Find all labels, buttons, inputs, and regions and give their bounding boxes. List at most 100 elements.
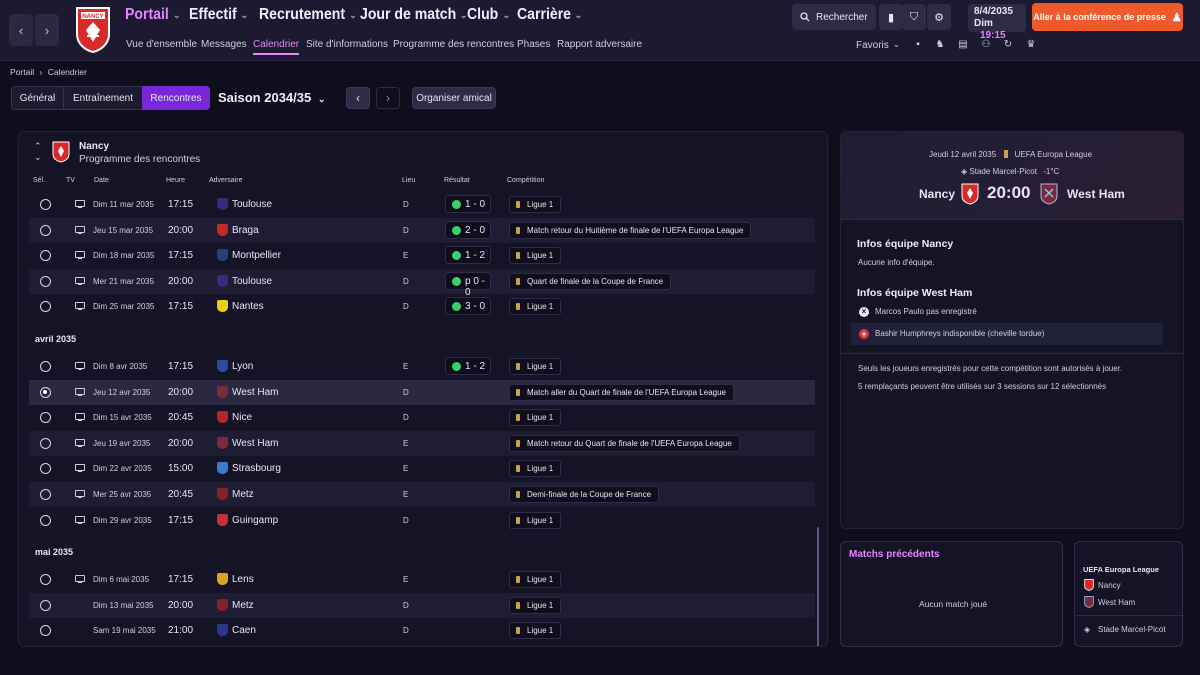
favorites-label[interactable]: Favoris xyxy=(856,40,889,51)
select-radio[interactable] xyxy=(40,514,51,526)
fixture-opponent[interactable]: Metz xyxy=(232,489,254,500)
club-crest-button[interactable]: ⛉ xyxy=(902,4,926,30)
nav-club[interactable]: Club ⌄ xyxy=(467,6,510,24)
fixture-row[interactable]: Dim 13 mai 2035 20:00 Metz D Ligue 1 xyxy=(29,592,815,618)
summary-home[interactable]: Nancy xyxy=(1098,581,1121,590)
col-time[interactable]: Heure xyxy=(166,177,185,184)
fixture-competition[interactable]: Ligue 1 xyxy=(509,247,562,265)
summary-away[interactable]: West Ham xyxy=(1098,598,1135,607)
fixture-competition[interactable]: Ligue 1 xyxy=(509,298,562,316)
select-radio[interactable] xyxy=(40,625,51,637)
breadcrumb-root[interactable]: Portail xyxy=(10,67,34,77)
prev-season-button[interactable]: ‹ xyxy=(346,87,370,109)
fixture-opponent[interactable]: Metz xyxy=(232,600,254,611)
fixture-opponent[interactable]: Lyon xyxy=(232,361,253,372)
fixture-competition[interactable]: Ligue 1 xyxy=(509,358,562,375)
fixture-competition[interactable]: Ligue 1 xyxy=(509,596,562,614)
document-icon[interactable]: ▤ xyxy=(957,39,969,51)
scrollbar[interactable] xyxy=(817,527,819,646)
club-logo[interactable]: NANCY xyxy=(73,6,113,53)
fixture-competition[interactable]: Match retour du Huitième de finale de l'… xyxy=(509,221,752,239)
select-radio[interactable] xyxy=(40,599,51,611)
fixture-opponent[interactable]: Toulouse xyxy=(232,199,272,210)
result-badge[interactable]: 1 - 0 xyxy=(445,195,491,213)
forward-button[interactable]: › xyxy=(35,14,59,46)
press-conference-button[interactable]: Aller à la conférence de presse ♟ xyxy=(1032,3,1183,31)
select-radio[interactable] xyxy=(40,275,51,287)
fixture-opponent[interactable]: Toulouse xyxy=(232,276,272,287)
col-result[interactable]: Résultat xyxy=(444,177,470,184)
home-team[interactable]: Nancy xyxy=(919,187,955,201)
nav-portail[interactable]: Portail ⌄ xyxy=(125,6,181,24)
chevron-down-icon[interactable]: ⌄ xyxy=(893,40,900,49)
fixture-row[interactable]: Dim 22 avr 2035 15:00 Strasbourg E Ligue 1 xyxy=(29,456,815,481)
subnav-site-informations[interactable]: Site d'informations xyxy=(306,39,388,50)
select-radio[interactable] xyxy=(40,574,51,586)
search-button[interactable]: Rechercher xyxy=(792,4,876,30)
bookmark-button[interactable]: ▮ xyxy=(879,4,903,30)
fixture-competition[interactable]: Ligue 1 xyxy=(509,409,562,427)
fixture-opponent[interactable]: Lens xyxy=(232,574,254,585)
subnav-rapport-adversaire[interactable]: Rapport adversaire xyxy=(557,39,642,50)
fixture-row[interactable]: Dim 11 mar 2035 17:15 Toulouse D 1 - 0 Ligue … xyxy=(29,192,815,217)
result-badge[interactable]: 1 - 2 xyxy=(445,246,491,265)
fixture-row[interactable]: Dim 15 avr 2035 20:45 Nice D Ligue 1 xyxy=(29,405,815,430)
select-radio[interactable] xyxy=(40,250,51,262)
fixture-row[interactable]: Jeu 15 mar 2035 20:00 Braga D 2 - 0 Match ret… xyxy=(29,217,815,243)
result-badge[interactable]: p 0 - 0 xyxy=(445,271,491,298)
fixture-opponent[interactable]: West Ham xyxy=(232,387,279,398)
select-radio[interactable] xyxy=(40,386,51,398)
result-badge[interactable]: 1 - 2 xyxy=(445,357,491,375)
fixture-opponent[interactable]: West Ham xyxy=(232,438,279,449)
fixture-competition[interactable]: Ligue 1 xyxy=(509,511,562,529)
fixture-row[interactable]: Mer 21 mar 2035 20:00 Toulouse Dp 0 - 0 Quar… xyxy=(29,268,815,298)
col-opponent[interactable]: Adversaire xyxy=(209,177,242,184)
fixture-opponent[interactable]: Nantes xyxy=(232,301,264,312)
fixture-opponent[interactable]: Braga xyxy=(232,225,259,236)
col-venue[interactable]: Lieu xyxy=(402,177,415,184)
fixture-competition[interactable]: Match retour du Quart de finale de l'UEF… xyxy=(509,434,740,452)
fixture-opponent[interactable]: Guingamp xyxy=(232,515,278,526)
fixture-opponent[interactable]: Caen xyxy=(232,625,256,636)
fixture-competition[interactable]: Ligue 1 xyxy=(509,571,562,589)
game-date[interactable]: 8/4/2035 Dim 19:15 xyxy=(968,4,1026,41)
fixture-row[interactable]: Dim 29 avr 2035 17:15 Guingamp D Ligue 1 xyxy=(29,508,815,533)
col-tv[interactable]: TV xyxy=(66,177,75,184)
tab-entrainement[interactable]: Entraînement xyxy=(63,86,143,110)
fixture-row[interactable]: Jeu 12 avr 2035 20:00 West Ham D Match aller… xyxy=(29,379,815,405)
fixture-opponent[interactable]: Strasbourg xyxy=(232,463,281,474)
fixture-competition[interactable]: Match aller du Quart de finale de l'UEFA… xyxy=(509,383,734,401)
nav-jour-de-match[interactable]: Jour de match ⌄ xyxy=(360,6,468,24)
subnav-messages[interactable]: Messages xyxy=(201,39,247,50)
next-season-button[interactable]: › xyxy=(376,87,400,109)
chat-icon[interactable]: ▪ xyxy=(912,39,924,51)
subnav-calendrier[interactable]: Calendrier xyxy=(253,39,300,55)
select-radio[interactable] xyxy=(40,437,51,449)
subnav-vue-ensemble[interactable]: Vue d'ensemble xyxy=(126,39,197,50)
col-competition[interactable]: Compétition xyxy=(507,177,544,184)
tab-general[interactable]: Général xyxy=(11,86,64,110)
fixture-opponent[interactable]: Nice xyxy=(232,412,252,423)
col-sel[interactable]: Sél. xyxy=(33,177,45,184)
collapse-up-icon[interactable]: ⌃ xyxy=(34,141,42,152)
organize-friendly-button[interactable]: Organiser amical xyxy=(412,87,496,109)
fixture-row[interactable]: Dim 25 mar 2035 17:15 Nantes D 3 - 0 Ligue 1 xyxy=(29,294,815,319)
select-radio[interactable] xyxy=(40,199,51,210)
fixture-opponent[interactable]: Montpellier xyxy=(232,250,281,261)
fixture-row[interactable]: Mer 25 avr 2035 20:45 Metz E Demi-finale de … xyxy=(29,482,815,507)
subnav-phases[interactable]: Phases xyxy=(517,39,550,50)
select-radio[interactable] xyxy=(40,361,51,372)
shirt-icon[interactable]: ♞ xyxy=(934,39,946,51)
collapse-down-icon[interactable]: ⌄ xyxy=(34,152,42,163)
result-badge[interactable]: 2 - 0 xyxy=(445,220,491,239)
fixture-row[interactable]: Jeu 19 avr 2035 20:00 West Ham E Match retou… xyxy=(29,430,815,456)
select-radio[interactable] xyxy=(40,224,51,236)
fixture-competition[interactable]: Quart de finale de la Coupe de France xyxy=(509,272,672,290)
select-radio[interactable] xyxy=(40,301,51,313)
fixture-competition[interactable]: Ligue 1 xyxy=(509,622,562,640)
tab-rencontres[interactable]: Rencontres xyxy=(142,86,210,110)
fixture-competition[interactable]: Ligue 1 xyxy=(509,196,562,213)
fixture-competition[interactable]: Ligue 1 xyxy=(509,460,562,478)
fixture-row[interactable]: Sam 19 mai 2035 21:00 Caen D Ligue 1 xyxy=(29,618,815,643)
fixture-row[interactable]: Dim 6 mai 2035 17:15 Lens E Ligue 1 xyxy=(29,567,815,592)
